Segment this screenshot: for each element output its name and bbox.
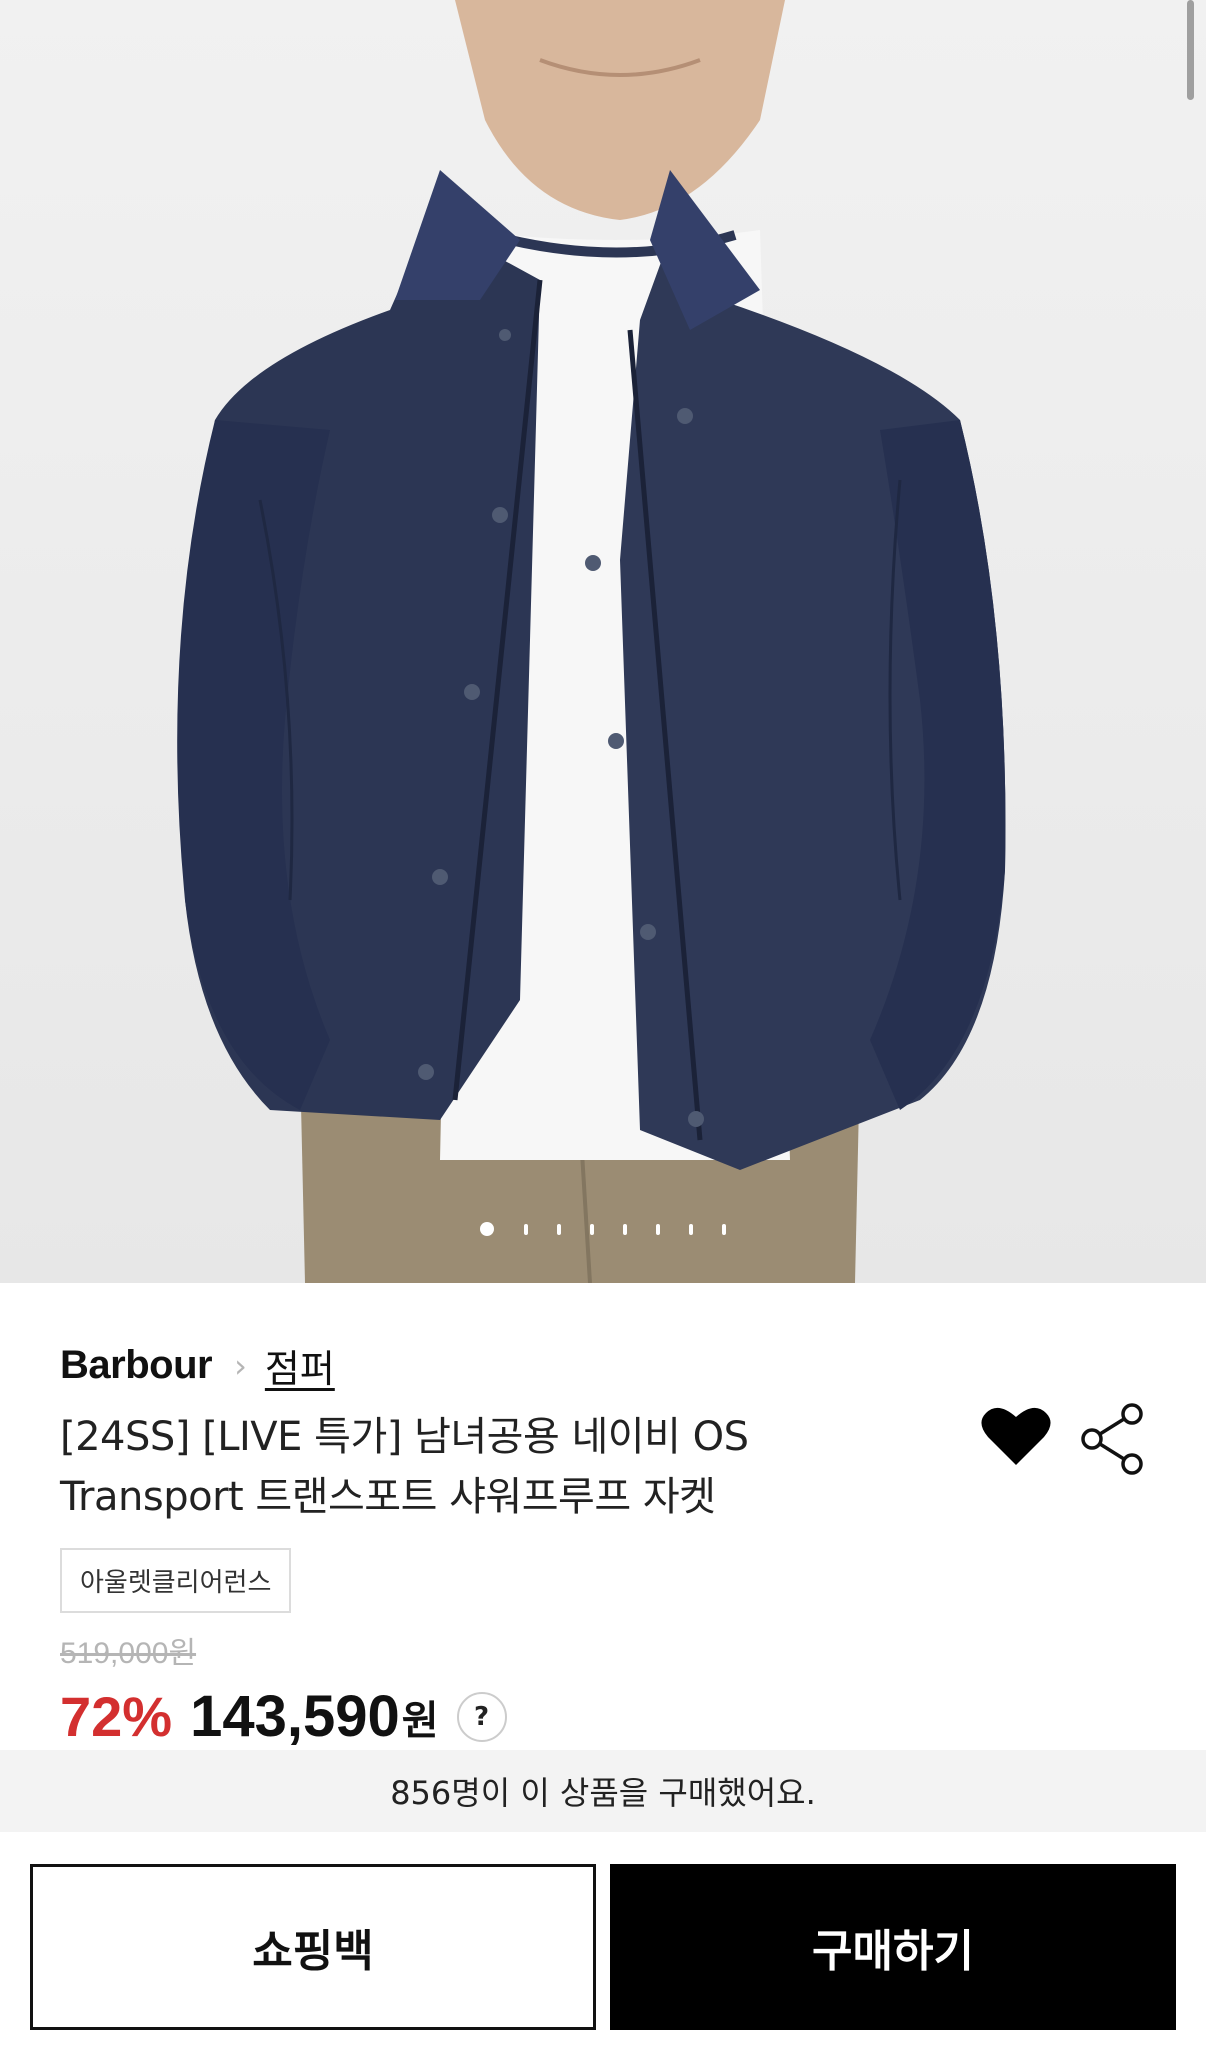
- currency-label: 원: [401, 1697, 439, 1744]
- outlet-tag: 아울렛클리어런스: [60, 1548, 292, 1613]
- breadcrumb: Barbour › 점퍼: [60, 1338, 335, 1393]
- carousel-dot[interactable]: [590, 1224, 594, 1235]
- carousel-dot[interactable]: [656, 1224, 660, 1235]
- buy-button[interactable]: 구매하기: [610, 1864, 1176, 2030]
- product-title-line: Transport 트랜스포트 샤워프루프 자켓: [60, 1474, 716, 1520]
- carousel-dot[interactable]: [524, 1224, 528, 1235]
- carousel-dot[interactable]: [689, 1224, 693, 1235]
- question-icon[interactable]: ?: [456, 1691, 507, 1742]
- chevron-right-icon: ›: [234, 1346, 247, 1385]
- carousel-dot-active[interactable]: [480, 1222, 494, 1236]
- purchase-count-banner: 856명이 이 상품을 구매했어요.: [0, 1750, 1206, 1832]
- shopping-bag-button[interactable]: 쇼핑백: [30, 1864, 596, 2030]
- brand-link[interactable]: Barbour: [60, 1343, 213, 1388]
- carousel-dot[interactable]: [623, 1224, 627, 1235]
- scrollbar[interactable]: [1187, 0, 1194, 100]
- discount-rate: 72%: [60, 1685, 173, 1748]
- product-photo: [177, 0, 1006, 1283]
- category-link[interactable]: 점퍼: [265, 1338, 335, 1393]
- product-title-line: [24SS] [LIVE 특가] 남녀공용 네이비 OS: [60, 1414, 749, 1460]
- heart-icon[interactable]: [980, 1403, 1052, 1467]
- carousel-dot[interactable]: [722, 1224, 726, 1235]
- product-title: [24SS] [LIVE 특가] 남녀공용 네이비 OS Transport 트…: [60, 1407, 880, 1527]
- original-price: 519,000원: [60, 1637, 197, 1670]
- share-icon[interactable]: [1080, 1403, 1146, 1475]
- carousel-indicator: [0, 1222, 1206, 1236]
- sale-price: 143,590: [190, 1684, 400, 1749]
- price-row: 72% 143,590 원 ?: [60, 1683, 507, 1750]
- carousel-dot[interactable]: [557, 1224, 561, 1235]
- product-image-carousel[interactable]: [0, 0, 1206, 1283]
